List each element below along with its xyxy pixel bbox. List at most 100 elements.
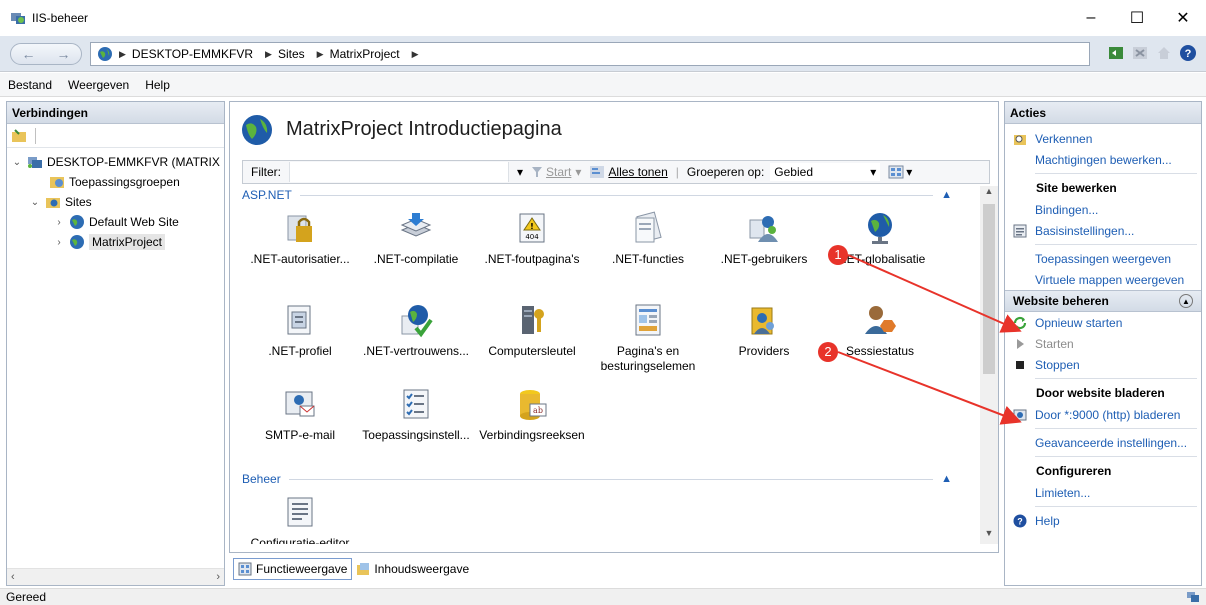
action-view-applications[interactable]: Toepassingen weergeven xyxy=(1005,248,1201,269)
back-arrow-icon[interactable]: ← xyxy=(22,46,36,62)
view-grid-icon xyxy=(888,165,904,179)
horizontal-scrollbar[interactable]: ‹ › xyxy=(7,568,224,585)
tab-content-view[interactable]: Inhoudsweergave xyxy=(352,558,473,580)
action-browse-9000[interactable]: Door *:9000 (http) bladeren xyxy=(1005,404,1201,425)
tree-node-server[interactable]: ⌄ DESKTOP-EMMKFVR (MATRIX xyxy=(7,152,224,172)
feature-net-error-pages[interactable]: ! 404 .NET-foutpagina's xyxy=(474,210,590,300)
machine-key-icon xyxy=(522,306,544,334)
connect-icon[interactable] xyxy=(11,128,29,144)
lock-icon xyxy=(287,215,312,242)
close-button[interactable]: ✕ xyxy=(1160,0,1206,36)
tree-node-default-web-site[interactable]: › Default Web Site xyxy=(7,212,224,232)
scroll-right-icon[interactable]: › xyxy=(216,571,220,583)
tree-node-sites[interactable]: ⌄ Sites xyxy=(7,192,224,212)
feature-net-functions[interactable]: .NET-functies xyxy=(590,210,706,300)
feature-machine-key[interactable]: Computersleutel xyxy=(474,302,590,392)
group-by-label: Groeperen op: xyxy=(686,165,765,179)
feature-net-compilation[interactable]: .NET-compilatie xyxy=(358,210,474,300)
group-by-select[interactable]: Gebied ▾ xyxy=(770,163,881,181)
action-limits[interactable]: Limieten... xyxy=(1005,482,1201,503)
menu-item-weergeven[interactable]: Weergeven xyxy=(68,78,129,92)
menu-item-help[interactable]: Help xyxy=(145,78,170,92)
action-restart[interactable]: Opnieuw starten xyxy=(1005,312,1201,333)
action-explore[interactable]: Verkennen xyxy=(1005,128,1201,149)
address-bar: ← → ▶ DESKTOP-EMMKFVR ▶ Sites ▶ MatrixPr… xyxy=(0,36,1206,72)
tree-node-matrixproject[interactable]: › MatrixProject xyxy=(7,232,224,252)
forward-arrow-icon[interactable]: → xyxy=(57,46,71,62)
scroll-left-icon[interactable]: ‹ xyxy=(11,571,15,583)
collapse-icon[interactable]: ▲ xyxy=(941,189,952,201)
breadcrumb[interactable]: ▶ DESKTOP-EMMKFVR ▶ Sites ▶ MatrixProjec… xyxy=(90,42,1090,66)
filter-dropdown-icon[interactable]: ▾ xyxy=(517,165,523,179)
compilation-icon xyxy=(400,213,432,237)
svg-text:ab: ab xyxy=(533,406,543,415)
globe-icon xyxy=(70,215,84,229)
feature-connection-strings[interactable]: ab Verbindingsreeksen xyxy=(474,386,590,476)
action-advanced-settings[interactable]: Geavanceerde instellingen... xyxy=(1005,432,1201,453)
status-bar: Gereed xyxy=(0,588,1206,605)
feature-net-profile[interactable]: .NET-profiel xyxy=(242,302,358,392)
help-circle-icon[interactable]: ? xyxy=(1178,43,1198,63)
feature-pages-controls[interactable]: Pagina's en besturingselemen xyxy=(590,302,706,392)
feature-configuration-editor[interactable]: Configuratie-editor xyxy=(242,494,358,544)
feature-net-authorization[interactable]: .NET-autorisatier... xyxy=(242,210,358,300)
feature-app-settings[interactable]: Toepassingsinstell... xyxy=(358,386,474,476)
feature-net-trust[interactable]: .NET-vertrouwens... xyxy=(358,302,474,392)
show-all-icon xyxy=(590,166,605,178)
nav-buttons: ← → xyxy=(10,43,82,65)
group-header-aspnet[interactable]: ASP.NET ▲ xyxy=(242,186,952,204)
action-bindings[interactable]: Bindingen... xyxy=(1005,199,1201,220)
breadcrumb-item-site[interactable]: MatrixProject xyxy=(330,47,400,61)
globe-icon xyxy=(98,47,112,61)
features-view-icon xyxy=(238,562,252,576)
group-header-beheer[interactable]: Beheer ▲ xyxy=(242,470,952,488)
page-header: MatrixProject Introductiepagina xyxy=(230,102,998,157)
help-icon: ? xyxy=(1013,514,1027,527)
collapse-icon[interactable]: ▲ xyxy=(941,473,952,485)
breadcrumb-item-server[interactable]: DESKTOP-EMMKFVR xyxy=(132,47,253,61)
action-view-virtual-dirs[interactable]: Virtuele mappen weergeven xyxy=(1005,269,1201,290)
connection-strings-icon: ab xyxy=(520,390,547,420)
scroll-down-icon[interactable]: ▼ xyxy=(980,528,998,544)
view-mode-button[interactable]: ▾ xyxy=(888,165,912,179)
actions-header: Acties xyxy=(1005,102,1201,124)
maximize-button[interactable]: ☐ xyxy=(1114,0,1160,36)
action-basic-settings[interactable]: Basisinstellingen... xyxy=(1005,220,1201,241)
window-title: IIS-beheer xyxy=(32,11,89,25)
minimize-button[interactable]: – xyxy=(1068,0,1114,36)
expand-chevron-icon[interactable]: ⌄ xyxy=(11,157,23,168)
feature-smtp-email[interactable]: SMTP-e-mail xyxy=(242,386,358,476)
feature-net-users[interactable]: .NET-gebruikers xyxy=(706,210,822,300)
show-all-button[interactable]: Alles tonen xyxy=(589,165,668,179)
profile-icon xyxy=(287,305,311,335)
title-bar: IIS-beheer – ☐ ✕ xyxy=(0,0,1206,36)
tree-node-apppools[interactable]: Toepassingsgroepen xyxy=(7,172,224,192)
action-stop[interactable]: Stoppen xyxy=(1005,354,1201,375)
collapse-up-icon[interactable]: ▲ xyxy=(1179,294,1193,308)
section-site-edit: Site bewerken xyxy=(1036,181,1117,195)
server-icon xyxy=(28,157,42,168)
tab-features-view[interactable]: Functieweergave xyxy=(233,558,353,580)
menu-item-bestand[interactable]: Bestand xyxy=(8,78,52,92)
features-view: ASP.NET ▲ .NET-autorisatier... .NET-compi… xyxy=(242,186,962,544)
expand-chevron-icon[interactable]: ⌄ xyxy=(29,197,41,208)
filter-input[interactable] xyxy=(289,162,509,182)
action-edit-permissions[interactable]: Machtigingen bewerken... xyxy=(1005,149,1201,170)
section-manage-website[interactable]: Website beheren ▲ xyxy=(1005,290,1201,312)
vertical-scrollbar[interactable]: ▲ ▼ xyxy=(980,186,998,544)
refresh-icon[interactable] xyxy=(1106,43,1126,63)
home-icon[interactable] xyxy=(1154,43,1174,63)
collapse-chevron-icon[interactable]: › xyxy=(53,217,65,228)
breadcrumb-item-sites[interactable]: Sites xyxy=(278,47,305,61)
scrollbar-thumb[interactable] xyxy=(983,204,995,374)
start-button[interactable]: Start ▾ xyxy=(531,165,581,179)
feature-session-state[interactable]: Sessiestatus xyxy=(822,302,938,392)
section-browse-website: Door website bladeren xyxy=(1036,386,1165,400)
action-help[interactable]: ? Help xyxy=(1005,510,1201,531)
collapse-chevron-icon[interactable]: › xyxy=(53,237,65,248)
feature-providers[interactable]: Providers xyxy=(706,302,822,392)
status-text: Gereed xyxy=(6,590,47,604)
action-start[interactable]: Starten xyxy=(1005,333,1201,354)
scroll-up-icon[interactable]: ▲ xyxy=(980,186,998,202)
stop-icon[interactable] xyxy=(1130,43,1150,63)
